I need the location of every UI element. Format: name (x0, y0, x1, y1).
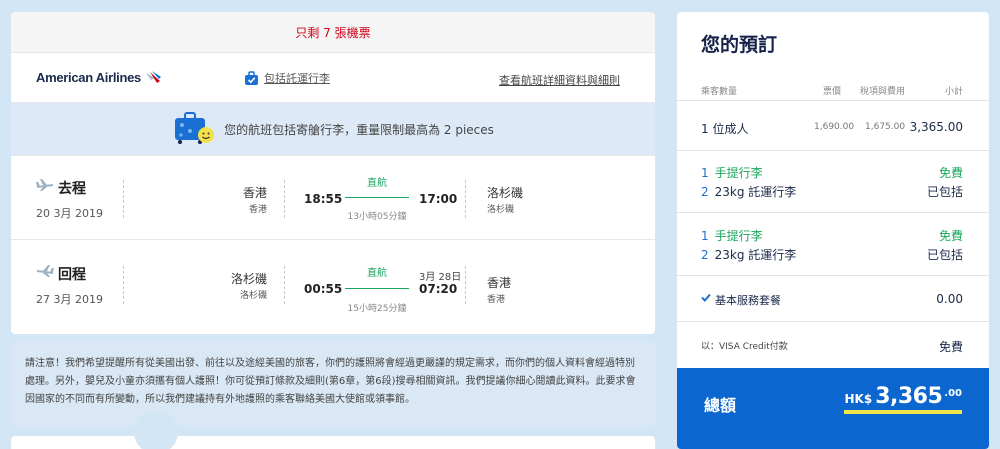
flight-details-link[interactable]: 查看航班詳細資料與細則 (499, 72, 620, 88)
next-section-card (11, 436, 655, 449)
checked-baggage-item: 2 23kg 託運行李 (701, 185, 797, 199)
divider (677, 275, 989, 276)
destination-city: 洛杉磯 (487, 186, 524, 200)
taxes-amount: 1,675.00 (865, 122, 906, 132)
bag-included-info[interactable]: 包括託運行李 (244, 70, 330, 86)
booking-title: 您的預訂 (701, 34, 778, 56)
baggage-illustration-icon (172, 111, 216, 147)
nonstop-label: 直航 (367, 268, 387, 279)
hand-baggage-status: 免費 (938, 166, 963, 180)
departure-plane-icon (36, 179, 53, 191)
subtotal-amount: 3,365.00 (909, 120, 963, 134)
hand-baggage-item: 1 手提行李 (701, 166, 763, 180)
total-label: 總額 (704, 396, 737, 415)
service-package-price: 0.00 (936, 292, 963, 306)
divider (284, 180, 285, 218)
flight-summary-card: 只剩 7 張機票 American Airlines 包括託運行李 查看航班詳細… (11, 12, 655, 334)
divider (123, 180, 124, 218)
origin-code: 洛杉磯 (239, 291, 267, 301)
expand-toggle[interactable] (134, 410, 178, 449)
divider (677, 150, 989, 151)
hand-baggage-item: 1 手提行李 (701, 229, 763, 243)
total-currency: HK$ (844, 392, 873, 406)
passenger-count: 1 位成人 (701, 122, 749, 136)
airline-name: American Airlines (36, 70, 141, 85)
arrive-time: 07:20 (419, 282, 458, 296)
seats-left-text: 只剩 7 張機票 (295, 25, 371, 40)
fare-amount: 1,690.00 (814, 122, 855, 132)
checked-bag-icon (245, 70, 258, 85)
airline-logo: American Airlines (36, 70, 162, 85)
leg-direction: 回程 (58, 267, 86, 283)
divider (465, 180, 466, 218)
flight-duration: 15小時25分鐘 (347, 304, 407, 314)
passport-notice-text: 請注意！我們希望提醒所有從美國出發、前往以及途經美國的旅客，你們的護照將會經過更… (25, 358, 636, 405)
flight-duration: 13小時05分鐘 (347, 212, 407, 222)
bag-included-label: 包括託運行李 (264, 72, 330, 85)
passport-notice: 請注意！我們希望提醒所有從美國出發、前往以及途經美國的旅客，你們的護照將會經過更… (11, 342, 655, 426)
origin-city: 香港 (242, 186, 267, 200)
divider (677, 321, 989, 322)
leg-date: 27 3月 2019 (36, 293, 103, 306)
arrival-next-day-date: 3月 28日 (419, 272, 462, 283)
header-fare: 票價 (823, 87, 842, 97)
outbound-leg[interactable]: 去程 20 3月 2019 香港 香港 18:55 直航 13小時05分鐘 17… (11, 156, 655, 240)
booking-summary-card: 您的預訂 乘客數量 票價 稅項與費用 小計 1 位成人 1,690.00 1,6… (677, 12, 989, 449)
service-package-label: 基本服務套餐 (715, 294, 781, 307)
total-price: HK$ 3,365 .00 (844, 384, 962, 414)
flight-path-line (345, 288, 409, 289)
payment-fee: 免費 (938, 340, 963, 354)
flight-path-line (345, 197, 409, 198)
divider (677, 100, 989, 101)
header-passengers: 乘客數量 (701, 87, 738, 97)
arrive-time: 17:00 (419, 192, 458, 206)
total-amount: 3,365 (875, 384, 943, 409)
leg-direction: 去程 (58, 181, 86, 197)
divider (677, 212, 989, 213)
checked-baggage-status: 已包括 (926, 248, 963, 262)
total-decimals: .00 (944, 388, 962, 399)
airline-row: American Airlines 包括託運行李 查看航班詳細資料與細則 (11, 53, 655, 103)
destination-code: 香港 (487, 295, 506, 305)
check-icon (701, 293, 711, 302)
divider (465, 266, 466, 304)
checked-baggage-status: 已包括 (926, 185, 963, 199)
payment-method-label: 以：VISA Credit付款 (701, 342, 788, 352)
seats-left-banner: 只剩 7 張機票 (11, 12, 655, 53)
baggage-allowance-banner: 您的航班包括寄艙行李，重量限制最高為 2 pieces (11, 103, 655, 156)
header-taxes: 稅項與費用 (860, 87, 906, 97)
origin-code: 香港 (248, 205, 267, 215)
total-bar: 總額 HK$ 3,365 .00 (677, 368, 989, 449)
origin-city: 洛杉磯 (230, 272, 267, 286)
divider (123, 266, 124, 304)
divider (284, 266, 285, 304)
destination-code: 洛杉磯 (487, 205, 515, 215)
depart-time: 00:55 (304, 282, 343, 296)
american-airlines-flight-symbol-icon (145, 70, 161, 83)
hand-baggage-status: 免費 (938, 229, 963, 243)
depart-time: 18:55 (304, 192, 343, 206)
header-subtotal: 小計 (944, 87, 963, 97)
nonstop-label: 直航 (367, 178, 387, 189)
leg-date: 20 3月 2019 (36, 207, 103, 220)
baggage-allowance-text: 您的航班包括寄艙行李，重量限制最高為 2 pieces (224, 122, 494, 137)
checked-baggage-item: 2 23kg 託運行李 (701, 248, 797, 262)
return-leg[interactable]: 回程 27 3月 2019 洛杉磯 洛杉磯 00:55 直航 15小時25分鐘 … (11, 242, 655, 326)
destination-city: 香港 (487, 276, 512, 290)
return-plane-icon (37, 265, 54, 277)
